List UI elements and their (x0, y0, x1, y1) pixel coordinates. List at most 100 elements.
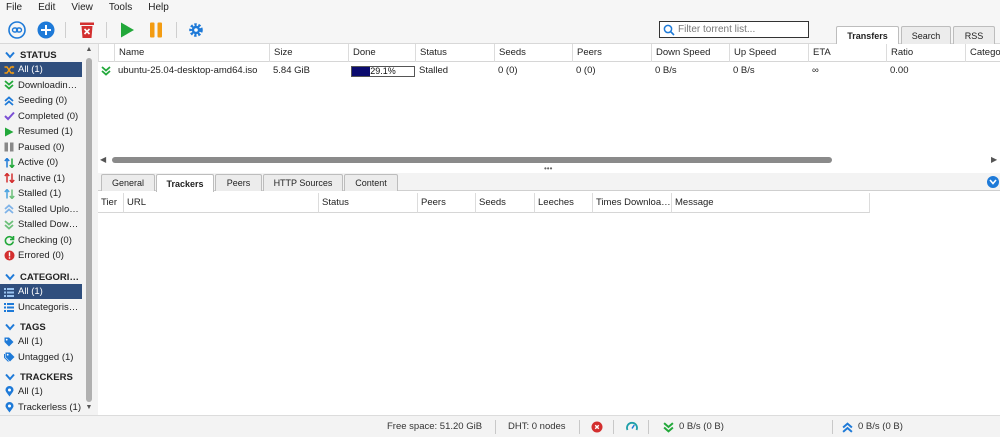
section-label: STATUS (20, 49, 57, 61)
column-header-seeds[interactable]: Seeds (494, 44, 572, 62)
torrent-up-speed: 0 B/s (733, 65, 755, 76)
column-header-size[interactable]: Size (269, 44, 348, 62)
sidebar-item-seeding[interactable]: Seeding (0) (0, 93, 82, 108)
column-header-up-speed[interactable]: Up Speed (729, 44, 808, 62)
sidebar-item-checking[interactable]: Checking (0) (0, 233, 82, 248)
sidebar-item-category-all[interactable]: All (1) (0, 284, 82, 299)
scroll-up-arrow-icon[interactable]: ▲ (85, 46, 93, 54)
tab-transfers[interactable]: Transfers (836, 26, 899, 45)
sidebar-item-errored[interactable]: Errored (0) (0, 248, 82, 263)
toolbar-separator (176, 22, 177, 38)
column-header-done[interactable]: Done (348, 44, 415, 62)
menu-help[interactable]: Help (140, 0, 177, 16)
scroll-left-arrow-icon[interactable]: ◀ (100, 155, 106, 165)
panel-splitter-handle[interactable]: ••• (544, 165, 552, 173)
tab-peers[interactable]: Peers (215, 174, 262, 191)
column-header-icon[interactable] (98, 44, 114, 62)
column-header-name[interactable]: Name (114, 44, 269, 62)
sidebar-item-completed[interactable]: Completed (0) (0, 109, 82, 124)
sidebar-item-stalled-downloading[interactable]: Stalled Downloading (1) (0, 217, 82, 232)
speed-limit-icon[interactable] (626, 421, 638, 433)
sidebar-item-resumed[interactable]: Resumed (1) (0, 124, 82, 139)
list-icon (0, 300, 18, 315)
connection-status-icon[interactable] (591, 421, 603, 433)
column-header-eta[interactable]: ETA (808, 44, 886, 62)
sidebar-item-paused[interactable]: Paused (0) (0, 140, 82, 155)
stalled-download-icon (0, 217, 18, 232)
tab-rss[interactable]: RSS (953, 26, 995, 44)
tab-content[interactable]: Content (344, 174, 398, 191)
sidebar-item-tags-all[interactable]: All (1) (0, 334, 82, 349)
horizontal-scrollbar-thumb[interactable] (112, 157, 832, 163)
upload-speed-label: 0 B/s (0 B) (858, 421, 903, 432)
table-row[interactable]: ubuntu-25.04-desktop-amd64.iso 5.84 GiB … (98, 63, 1000, 79)
sidebar-item-stalled[interactable]: Stalled (1) (0, 186, 82, 201)
pin-icon (0, 384, 18, 399)
resume-button[interactable] (117, 20, 137, 40)
add-torrent-button[interactable] (36, 20, 56, 40)
sidebar-item-untagged[interactable]: Untagged (1) (0, 350, 82, 365)
toolbar-separator (106, 22, 107, 38)
column-header-leeches[interactable]: Leeches (535, 193, 593, 213)
column-header-tier[interactable]: Tier (98, 193, 124, 213)
tags-section-header[interactable]: TAGS (0, 319, 84, 335)
download-speed-label: 0 B/s (0 B) (679, 421, 724, 432)
status-section-header[interactable]: STATUS (0, 47, 84, 63)
tags-icon (0, 350, 18, 365)
active-arrows-icon (0, 155, 18, 170)
trackers-section-header[interactable]: TRACKERS (0, 369, 84, 385)
downloading-state-icon (98, 63, 114, 79)
menu-tools[interactable]: Tools (101, 0, 140, 16)
sidebar-item-downloading[interactable]: Downloading (1) (0, 78, 82, 93)
play-icon (121, 22, 134, 38)
column-header-category[interactable]: Category (965, 44, 1000, 62)
scroll-right-arrow-icon[interactable]: ▶ (991, 155, 997, 165)
download-arrows-icon (0, 78, 18, 93)
pause-button[interactable] (146, 20, 166, 40)
tab-search[interactable]: Search (901, 26, 951, 44)
torrent-seeds: 0 (0) (498, 65, 518, 76)
column-header-url[interactable]: URL (124, 193, 319, 213)
chevron-down-icon (0, 323, 20, 331)
categories-section-header[interactable]: CATEGORIES (0, 269, 84, 285)
torrent-status: Stalled (419, 65, 449, 76)
sidebar-item-trackers-all[interactable]: All (1) (0, 384, 82, 399)
sidebar-item-status-all[interactable]: All (1) (0, 62, 82, 77)
column-header-seeds[interactable]: Seeds (476, 193, 535, 213)
sidebar-item-uncategorised[interactable]: Uncategorised (1) (0, 300, 82, 315)
sidebar-item-stalled-uploading[interactable]: Stalled Uploading (0) (0, 202, 82, 217)
menu-view[interactable]: View (63, 0, 101, 16)
menu-file[interactable]: File (0, 0, 30, 16)
menu-edit[interactable]: Edit (30, 0, 63, 16)
column-header-peers[interactable]: Peers (418, 193, 476, 213)
delete-button[interactable] (77, 20, 97, 40)
collapse-panel-button[interactable] (987, 176, 999, 188)
list-icon (0, 284, 18, 299)
filter-torrents-input[interactable] (678, 24, 803, 35)
sidebar-item-inactive[interactable]: Inactive (1) (0, 171, 82, 186)
torrent-size: 5.84 GiB (273, 65, 310, 76)
progress-bar: 29.1% (351, 66, 415, 77)
column-header-status[interactable]: Status (415, 44, 494, 62)
add-link-button[interactable] (7, 20, 27, 40)
options-button[interactable] (186, 20, 206, 40)
dht-nodes-label: DHT: 0 nodes (508, 421, 566, 432)
sidebar-item-active[interactable]: Active (0) (0, 155, 82, 170)
search-icon (660, 22, 678, 37)
tab-http-sources[interactable]: HTTP Sources (263, 174, 343, 191)
column-header-peers[interactable]: Peers (572, 44, 651, 62)
column-header-ratio[interactable]: Ratio (886, 44, 965, 62)
column-header-down-speed[interactable]: Down Speed (651, 44, 729, 62)
column-header-times-downloaded[interactable]: Times Downloaded (593, 193, 672, 213)
chevron-down-icon (0, 273, 20, 281)
column-header-message[interactable]: Message (672, 193, 870, 213)
column-header-status[interactable]: Status (319, 193, 418, 213)
sidebar-scrollbar-thumb[interactable] (86, 58, 92, 402)
scroll-down-arrow-icon[interactable]: ▼ (85, 404, 93, 412)
tab-general[interactable]: General (101, 174, 155, 191)
stalled-upload-icon (0, 202, 18, 217)
menu-bar: File Edit View Tools Help (0, 0, 1000, 16)
sidebar: STATUS All (1) Downloading (1) Seeding (… (0, 44, 95, 415)
tab-trackers[interactable]: Trackers (156, 174, 214, 192)
sidebar-item-trackerless[interactable]: Trackerless (1) (0, 400, 82, 415)
